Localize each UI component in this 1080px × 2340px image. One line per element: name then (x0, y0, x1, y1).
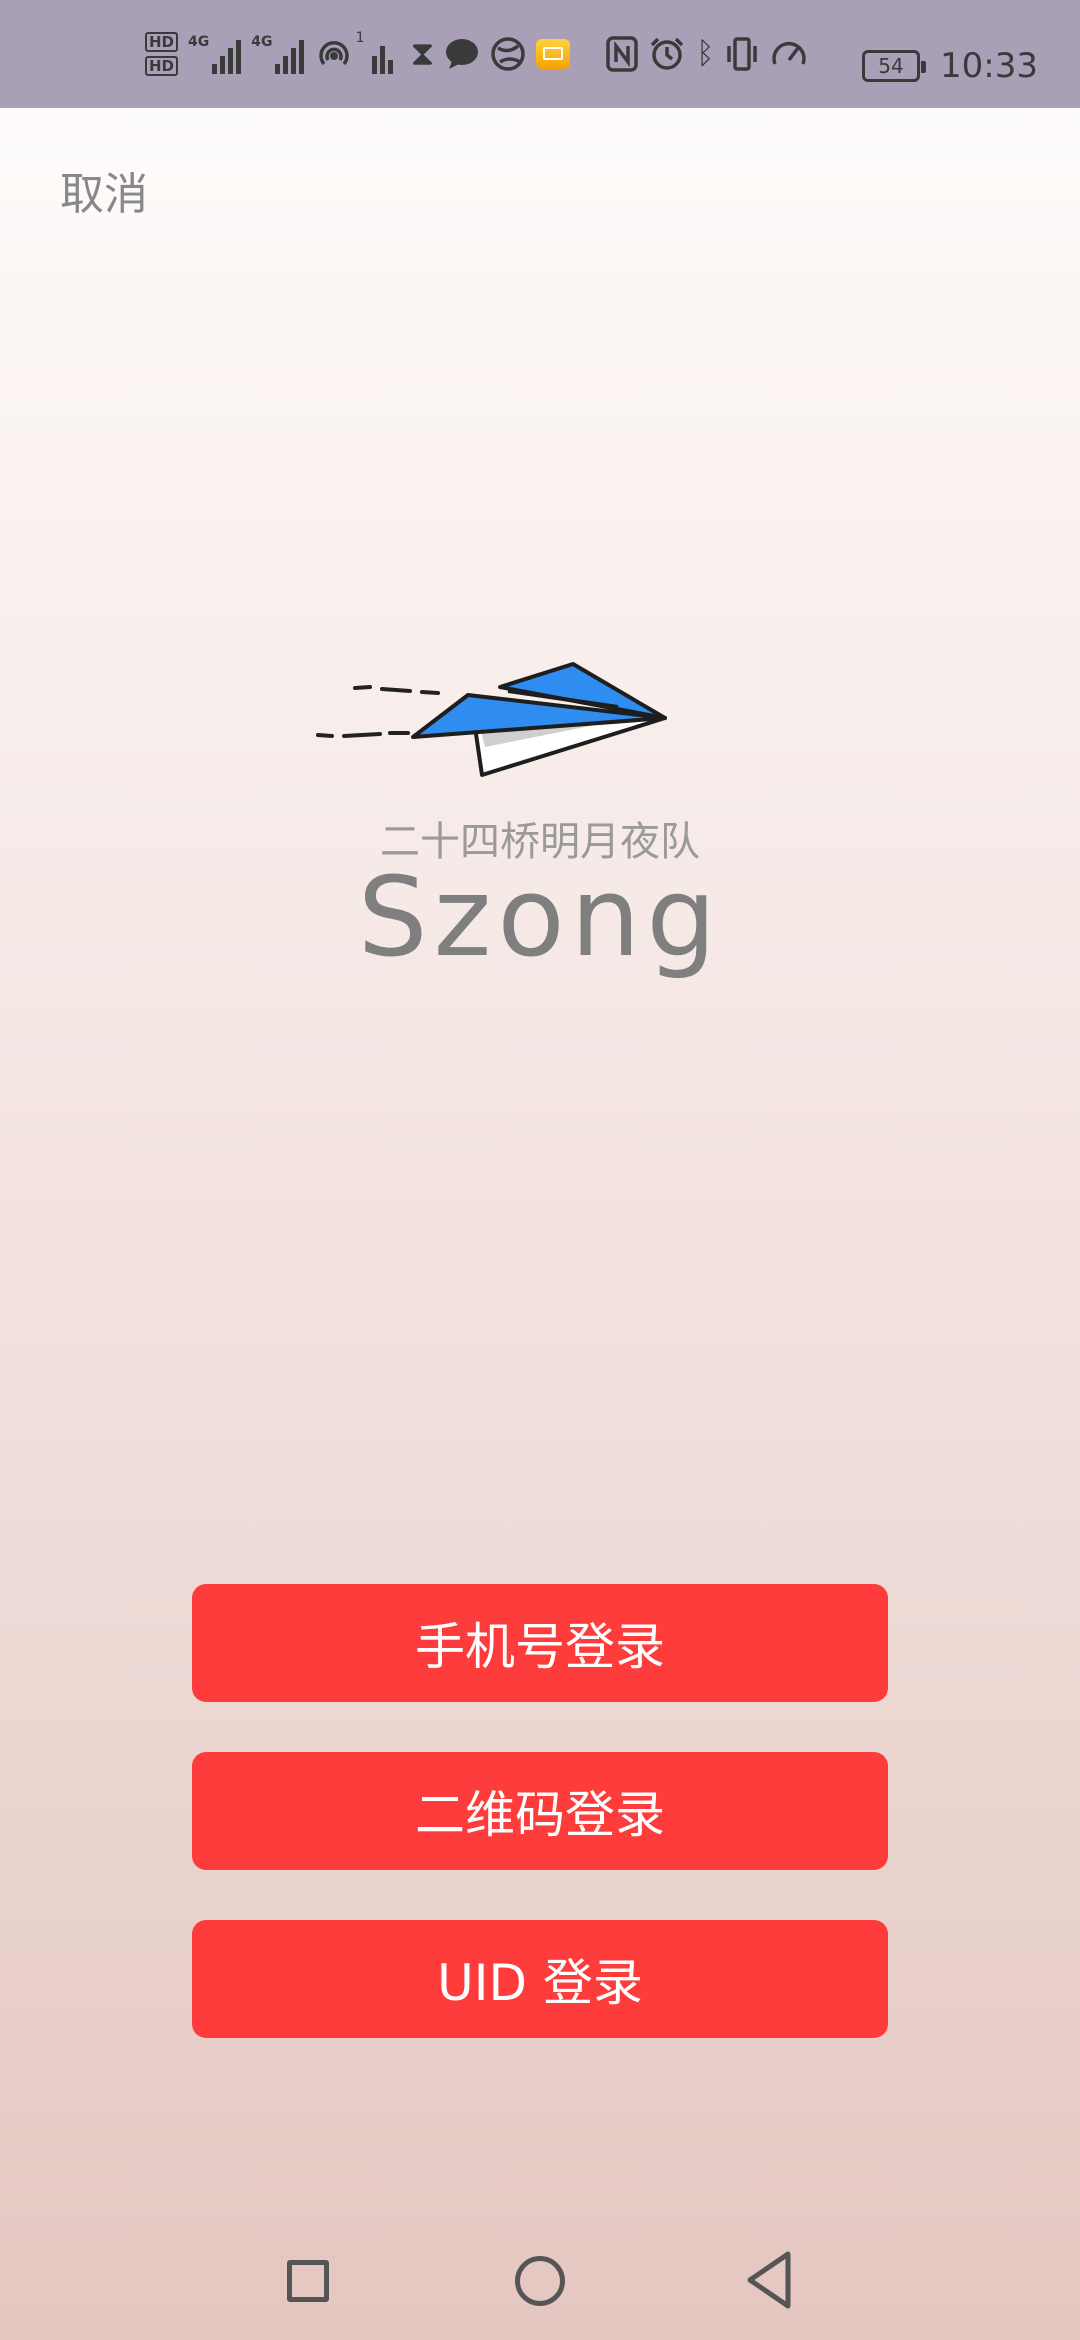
status-bar: HD HD 4G 4G 1 ⧗ ᛒ 54 10:33 (0, 0, 1080, 108)
network-type-sim2: 4G (251, 34, 273, 50)
chat-icon (446, 39, 479, 69)
hd-sim1-icon: HD (145, 32, 179, 52)
mail-icon (536, 39, 571, 69)
navigation-bar (0, 2220, 1080, 2340)
cancel-button[interactable]: 取消 (60, 160, 148, 230)
hd-sim2-icon: HD (145, 56, 179, 76)
browser-icon (491, 37, 526, 71)
signal-sim1-icon: 4G (188, 34, 242, 74)
paper-plane-icon (316, 662, 667, 777)
status-icons: HD HD 4G 4G 1 ⧗ ᛒ (145, 30, 808, 78)
recents-icon[interactable] (287, 2260, 329, 2302)
status-time: 10:33 (940, 46, 1038, 86)
hd-icon: HD HD (145, 32, 179, 76)
bluetooth-icon: ᛒ (696, 36, 715, 71)
network-type-sim1: 4G (188, 34, 210, 50)
uid-login-button[interactable]: UID 登录 (192, 1920, 888, 2038)
home-icon[interactable] (515, 2256, 565, 2306)
alarm-icon (651, 37, 684, 70)
phone-login-button[interactable]: 手机号登录 (192, 1584, 888, 1702)
nfc-icon (606, 36, 639, 72)
vibrate-icon (727, 37, 758, 71)
signal-sim2-icon: 4G (251, 34, 305, 74)
battery-icon: 54 (862, 50, 926, 82)
hotspot-icon: 1 (314, 30, 364, 74)
qr-login-button[interactable]: 二维码登录 (192, 1752, 888, 1870)
data-activity-icon (372, 34, 400, 74)
speed-icon (772, 41, 807, 65)
hourglass-icon: ⧗ (410, 34, 435, 74)
back-icon[interactable] (740, 2248, 800, 2312)
app-logo-title: Szong (357, 853, 723, 981)
hotspot-badge: 1 (355, 30, 365, 46)
